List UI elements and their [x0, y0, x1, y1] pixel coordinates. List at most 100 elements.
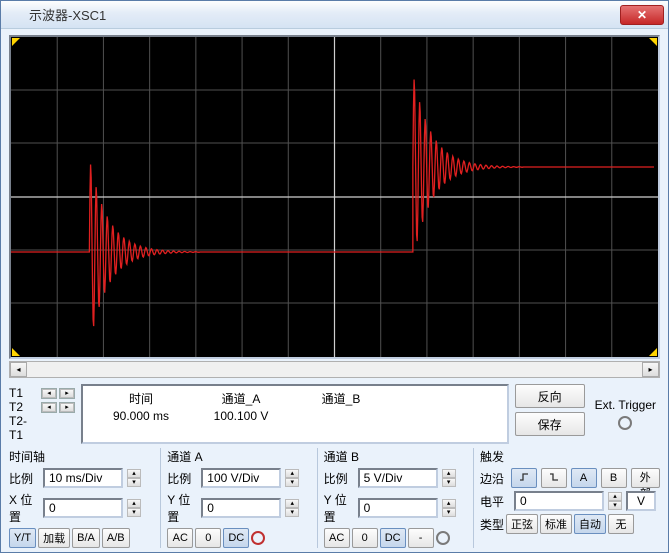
edge-rising-button[interactable]	[511, 468, 537, 488]
cha-ypos-input[interactable]: 0	[201, 498, 281, 518]
down[interactable]: ▾	[442, 508, 456, 517]
timebase-title: 时间轴	[9, 448, 152, 465]
t1-right[interactable]: ▸	[60, 389, 74, 398]
cha-ac-button[interactable]: AC	[167, 528, 193, 548]
chb-scale-input[interactable]: 5 V/Div	[358, 468, 438, 488]
up[interactable]: ▴	[127, 469, 141, 478]
timebase-xpos-spinner[interactable]: ▴▾	[127, 499, 141, 517]
readout-header-cha: 通道_A	[191, 390, 291, 407]
trigger-src-b-button[interactable]: B	[601, 468, 627, 488]
cha-dc-button[interactable]: DC	[223, 528, 249, 548]
trigger-src-a-button[interactable]: A	[571, 468, 597, 488]
trigger-level-spinner[interactable]: ▴▾	[608, 492, 622, 510]
chb-ac-button[interactable]: AC	[324, 528, 350, 548]
readout-chb	[291, 409, 391, 423]
trigger-type-none[interactable]: 无	[608, 514, 634, 534]
chb-invert-button[interactable]: -	[408, 528, 434, 548]
control-panel: T1 ◂ ▸ T2 ◂ ▸ T2-T1 时间 通道_A 通道_B	[9, 384, 660, 548]
mode-add-button[interactable]: 加载	[38, 528, 70, 548]
title-bar[interactable]: 示波器-XSC1 ✕	[1, 1, 668, 29]
chb-title: 通道 B	[324, 448, 465, 465]
down[interactable]: ▾	[127, 508, 141, 517]
timebase-scale-input[interactable]: 10 ms/Div	[43, 468, 123, 488]
app-icon	[5, 8, 23, 22]
trigger-src-ext-button[interactable]: 外部	[631, 468, 660, 488]
chb-ypos-spinner[interactable]: ▴▾	[442, 499, 456, 517]
close-button[interactable]: ✕	[620, 5, 664, 25]
cha-scale-input[interactable]: 100 V/Div	[201, 468, 281, 488]
ext-trigger-jack-icon[interactable]	[618, 416, 632, 430]
readout-time: 90.000 ms	[91, 409, 191, 423]
up[interactable]: ▴	[127, 499, 141, 508]
up[interactable]: ▴	[608, 492, 622, 501]
timebase-xpos-input[interactable]: 0	[43, 498, 123, 518]
trigger-type-auto[interactable]: 自动	[574, 514, 606, 534]
trigger-type-sine[interactable]: 正弦	[506, 514, 538, 534]
scroll-track[interactable]	[27, 362, 642, 377]
down[interactable]: ▾	[285, 478, 299, 487]
cursor-t1-label: T1	[9, 386, 39, 400]
mode-ba-button[interactable]: B/A	[72, 528, 100, 548]
trigger-edge-label: 边沿	[480, 470, 507, 487]
close-icon: ✕	[637, 8, 647, 22]
chb-ypos-label: Y 位置	[324, 491, 354, 525]
up[interactable]: ▴	[285, 469, 299, 478]
scope-display[interactable]	[9, 35, 660, 359]
cha-zero-button[interactable]: 0	[195, 528, 221, 548]
down[interactable]: ▾	[442, 478, 456, 487]
up[interactable]: ▴	[442, 499, 456, 508]
trigger-type-std[interactable]: 标准	[540, 514, 572, 534]
cha-jack-icon[interactable]	[251, 531, 265, 545]
trigger-group: 触发 边沿 A B 外部 电平 0 ▴▾ V 类型 正弦	[473, 448, 660, 548]
cursor-t2-spinner[interactable]: ◂	[41, 402, 57, 413]
timebase-xpos-label: X 位置	[9, 491, 39, 525]
edge-falling-button[interactable]	[541, 468, 567, 488]
cha-ypos-spinner[interactable]: ▴▾	[285, 499, 299, 517]
mode-yt-button[interactable]: Y/T	[9, 528, 36, 548]
cha-ypos-label: Y 位置	[167, 491, 197, 525]
trigger-level-label: 电平	[480, 493, 510, 510]
chb-scale-label: 比例	[324, 470, 354, 487]
trigger-level-unit: V	[626, 491, 656, 511]
t1-left[interactable]: ◂	[42, 389, 56, 398]
chb-jack-icon[interactable]	[436, 531, 450, 545]
reverse-button[interactable]: 反向	[515, 384, 585, 408]
mode-ab-button[interactable]: A/B	[102, 528, 130, 548]
cha-title: 通道 A	[167, 448, 308, 465]
cha-scale-spinner[interactable]: ▴▾	[285, 469, 299, 487]
cursor-t2-label: T2	[9, 400, 39, 414]
corner-marker-tr	[649, 38, 657, 46]
cursor-t1-spinner[interactable]: ◂	[41, 388, 57, 399]
t2-right[interactable]: ▸	[60, 403, 74, 412]
scope-canvas	[11, 37, 658, 357]
down[interactable]: ▾	[127, 478, 141, 487]
window-title: 示波器-XSC1	[29, 5, 620, 24]
readout-cha: 100.100 V	[191, 409, 291, 423]
chb-dc-button[interactable]: DC	[380, 528, 406, 548]
ext-trigger: Ext. Trigger	[591, 384, 660, 444]
down[interactable]: ▾	[285, 508, 299, 517]
scroll-right-button[interactable]: ▸	[642, 362, 659, 377]
down[interactable]: ▾	[608, 501, 622, 510]
scroll-left-button[interactable]: ◂	[10, 362, 27, 377]
chb-scale-spinner[interactable]: ▴▾	[442, 469, 456, 487]
readout-header-chb: 通道_B	[291, 390, 391, 407]
cursor-t2-spinner-r[interactable]: ▸	[59, 402, 75, 413]
horizontal-scrollbar[interactable]: ◂ ▸	[9, 361, 660, 378]
oscilloscope-window: 示波器-XSC1 ✕	[0, 0, 669, 553]
cursor-t1-spinner-r[interactable]: ▸	[59, 388, 75, 399]
up[interactable]: ▴	[442, 469, 456, 478]
corner-marker-bl	[12, 348, 20, 356]
timebase-group: 时间轴 比例 10 ms/Div ▴▾ X 位置 0 ▴▾ Y/T 加载 B/A…	[9, 448, 152, 548]
t2-left[interactable]: ◂	[42, 403, 56, 412]
channel-b-group: 通道 B 比例 5 V/Div ▴▾ Y 位置 0 ▴▾ AC 0 DC -	[317, 448, 465, 548]
corner-marker-br	[649, 348, 657, 356]
trigger-level-input[interactable]: 0	[514, 491, 604, 511]
chb-zero-button[interactable]: 0	[352, 528, 378, 548]
save-button[interactable]: 保存	[515, 412, 585, 436]
cha-scale-label: 比例	[167, 470, 197, 487]
side-buttons: 反向 保存	[515, 384, 585, 444]
timebase-scale-spinner[interactable]: ▴▾	[127, 469, 141, 487]
up[interactable]: ▴	[285, 499, 299, 508]
chb-ypos-input[interactable]: 0	[358, 498, 438, 518]
